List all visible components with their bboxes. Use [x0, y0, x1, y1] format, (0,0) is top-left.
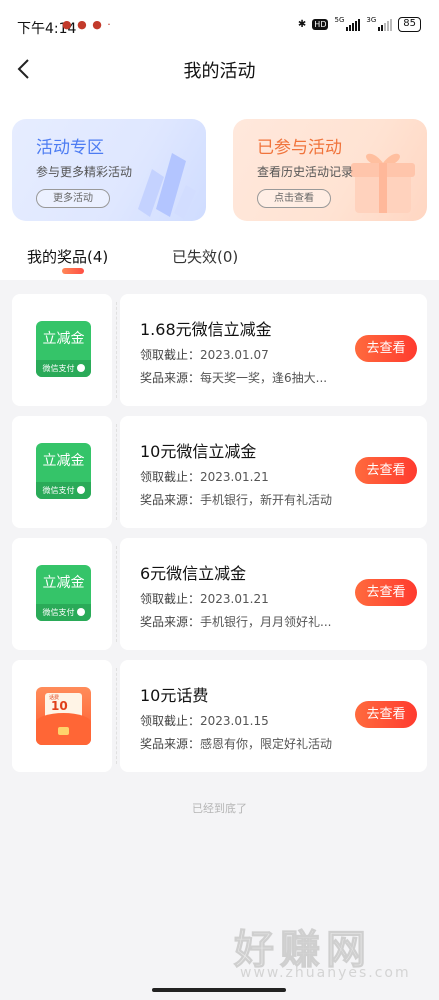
deadline-value: 2023.01.15 — [200, 714, 269, 728]
coupon-badge-title: 立减金 — [42, 453, 85, 469]
network-5g-label: 5G — [334, 15, 345, 24]
deadline-label: 领取截止： — [140, 714, 201, 728]
bluetooth-icon: ✱ — [297, 19, 307, 30]
source-value: 感恩有你，限定好礼活动 — [200, 737, 333, 751]
deadline-value: 2023.01.21 — [200, 592, 269, 606]
prize-deadline: 领取截止：2023.01.07 — [140, 346, 269, 363]
home-indicator[interactable] — [152, 988, 286, 992]
watermark-url: www.zhuanyes.com — [240, 965, 411, 981]
signal-icon-2 — [378, 18, 393, 31]
wechat-coupon-icon: 立减金 微信支付 — [36, 321, 91, 377]
coupon-badge-footer: 微信支付 — [36, 604, 91, 621]
deadline-label: 领取截止： — [140, 470, 201, 484]
source-value: 手机银行，新开有礼活动 — [200, 493, 333, 507]
hd-badge: HD — [312, 19, 329, 30]
prize-title: 10元微信立减金 — [140, 442, 257, 461]
active-tab-indicator — [62, 268, 84, 274]
view-history-button[interactable]: 点击查看 — [257, 189, 331, 208]
prize-card[interactable]: 话费 10 10元话费 领取截止：2023.01.15 奖品来源：感恩有你，限定… — [12, 660, 427, 772]
wechat-coupon-icon: 立减金 微信支付 — [36, 565, 91, 621]
tab-expired[interactable]: 已失效(0) — [172, 246, 238, 267]
wechat-pay-icon — [76, 485, 85, 494]
dashed-divider — [116, 546, 117, 642]
site-watermark: 好赚网 www.zhuanyes.com — [234, 917, 424, 987]
prize-icon-panel: 话费 10 — [12, 660, 112, 772]
deadline-value: 2023.01.21 — [200, 470, 269, 484]
wechat-pay-icon — [76, 607, 85, 616]
prize-deadline: 领取截止：2023.01.15 — [140, 712, 269, 729]
dashed-divider — [116, 424, 117, 520]
end-of-list-note: 已经到底了 — [192, 802, 247, 815]
view-prize-button[interactable]: 去查看 — [355, 579, 417, 606]
status-bar: 下午4:14 ● ● ● · ✱ HD 5G 3G 85 — [0, 0, 439, 44]
prize-icon-panel: 立减金 微信支付 — [12, 538, 112, 650]
envelope-seal — [58, 727, 69, 735]
coupon-badge-label: 微信支付 — [42, 364, 75, 373]
dashed-divider — [116, 668, 117, 764]
nav-header: 我的活动 — [0, 44, 439, 94]
prize-source: 奖品来源：手机银行，月月领好礼... — [140, 613, 331, 630]
coupon-badge-footer: 微信支付 — [36, 360, 91, 377]
page-title: 我的活动 — [183, 61, 256, 82]
signal-icon-1 — [346, 18, 361, 31]
phone-credit-envelope-icon: 话费 10 — [36, 687, 91, 745]
dashed-divider — [116, 302, 117, 398]
source-label: 奖品来源： — [140, 371, 201, 385]
promo-title: 已参与活动 — [257, 138, 342, 158]
source-label: 奖品来源： — [140, 493, 201, 507]
prize-icon-panel: 立减金 微信支付 — [12, 294, 112, 406]
coupon-badge-title: 立减金 — [42, 575, 85, 591]
prize-source: 奖品来源：手机银行，新开有礼活动 — [140, 491, 332, 508]
coupon-badge-label: 微信支付 — [42, 486, 75, 495]
tab-my-prizes[interactable]: 我的奖品(4) — [27, 246, 108, 267]
source-label: 奖品来源： — [140, 737, 201, 751]
promo-subtitle: 参与更多精彩活动 — [36, 165, 133, 179]
prize-icon-panel: 立减金 微信支付 — [12, 416, 112, 528]
network-3g-label: 3G — [366, 15, 377, 24]
promo-title: 活动专区 — [36, 138, 104, 158]
notification-icons: ● ● ● · — [62, 18, 112, 31]
envelope-amount: 10 — [51, 699, 68, 713]
deadline-label: 领取截止： — [140, 592, 201, 606]
prize-title: 1.68元微信立减金 — [140, 320, 272, 339]
prize-source: 奖品来源：每天奖一奖，逢6抽大... — [140, 369, 327, 386]
wechat-pay-icon — [76, 363, 85, 372]
deadline-value: 2023.01.07 — [200, 348, 269, 362]
coupon-badge-label: 微信支付 — [42, 608, 75, 617]
prize-card[interactable]: 立减金 微信支付 10元微信立减金 领取截止：2023.01.21 奖品来源：手… — [12, 416, 427, 528]
promo-subtitle: 查看历史活动记录 — [257, 165, 354, 179]
promo-activity-zone[interactable]: 活动专区 参与更多精彩活动 更多活动 — [12, 119, 206, 221]
coupon-badge-title: 立减金 — [42, 331, 85, 347]
status-right: ✱ HD 5G 3G 85 — [297, 15, 421, 32]
source-value: 手机银行，月月领好礼... — [200, 615, 332, 629]
source-label: 奖品来源： — [140, 615, 201, 629]
coupon-badge-footer: 微信支付 — [36, 482, 91, 499]
promo-joined-activities[interactable]: 已参与活动 查看历史活动记录 点击查看 — [233, 119, 427, 221]
view-prize-button[interactable]: 去查看 — [355, 457, 417, 484]
source-value: 每天奖一奖，逢6抽大... — [200, 371, 328, 385]
battery-icon: 85 — [398, 17, 421, 32]
prize-title: 6元微信立减金 — [140, 564, 247, 583]
prize-title: 10元话费 — [140, 686, 209, 705]
prize-deadline: 领取截止：2023.01.21 — [140, 590, 269, 607]
deadline-label: 领取截止： — [140, 348, 201, 362]
view-prize-button[interactable]: 去查看 — [355, 335, 417, 362]
prize-deadline: 领取截止：2023.01.21 — [140, 468, 269, 485]
wechat-coupon-icon: 立减金 微信支付 — [36, 443, 91, 499]
view-prize-button[interactable]: 去查看 — [355, 701, 417, 728]
prize-card[interactable]: 立减金 微信支付 1.68元微信立减金 领取截止：2023.01.07 奖品来源… — [12, 294, 427, 406]
more-activities-button[interactable]: 更多活动 — [36, 189, 110, 208]
prize-card[interactable]: 立减金 微信支付 6元微信立减金 领取截止：2023.01.21 奖品来源：手机… — [12, 538, 427, 650]
prize-source: 奖品来源：感恩有你，限定好礼活动 — [140, 735, 332, 752]
